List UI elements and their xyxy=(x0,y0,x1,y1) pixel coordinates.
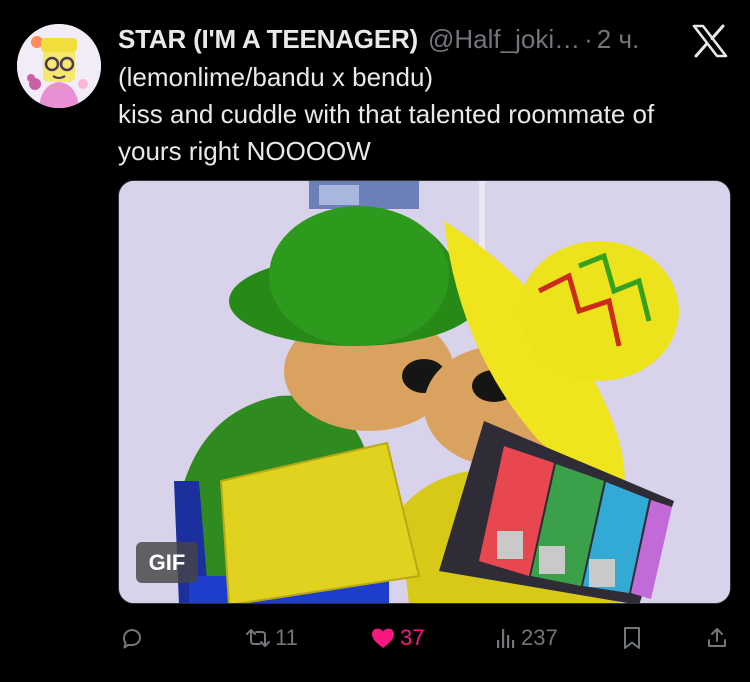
share-icon xyxy=(705,626,729,650)
like-count: 37 xyxy=(400,625,425,650)
author-handle[interactable]: @Half_joki… xyxy=(428,22,580,56)
x-logo-icon[interactable] xyxy=(692,24,728,58)
tweet-header: STAR (I'M A TEENAGER) @Half_joki… · 2 ч. xyxy=(118,22,639,56)
tweet-text-line: kiss and cuddle with that talented roomm… xyxy=(118,99,655,129)
share-button[interactable] xyxy=(705,620,729,656)
tweet-text: (lemonlime/bandu x bendu) kiss and cuddl… xyxy=(118,59,738,170)
repost-button[interactable]: 11 xyxy=(245,620,298,656)
bookmark-button[interactable] xyxy=(622,620,642,656)
views-button[interactable]: 237 xyxy=(495,620,558,656)
avatar-image xyxy=(17,24,101,108)
views-count: 237 xyxy=(521,625,558,650)
author-name[interactable]: STAR (I'M A TEENAGER) xyxy=(118,22,418,56)
gif-badge: GIF xyxy=(136,542,198,583)
tweet-text-line: (lemonlime/bandu x bendu) xyxy=(118,62,434,92)
bookmark-icon xyxy=(622,626,642,650)
tweet-text-line: yours right NOOOOW xyxy=(118,136,371,166)
tweet-action-bar: 11 37 237 xyxy=(0,620,750,656)
repost-icon xyxy=(245,626,271,650)
repost-count: 11 xyxy=(275,625,298,650)
heart-icon xyxy=(370,626,396,650)
gif-frame-illustration xyxy=(119,181,730,603)
tweet-media-gif[interactable]: GIF xyxy=(118,180,731,604)
author-avatar[interactable] xyxy=(17,24,101,108)
tweet-time[interactable]: 2 ч. xyxy=(597,22,639,56)
separator-dot: · xyxy=(584,24,593,54)
reply-button[interactable] xyxy=(120,620,144,656)
reply-icon xyxy=(120,626,144,650)
views-icon xyxy=(495,626,517,650)
like-button[interactable]: 37 xyxy=(370,620,424,656)
